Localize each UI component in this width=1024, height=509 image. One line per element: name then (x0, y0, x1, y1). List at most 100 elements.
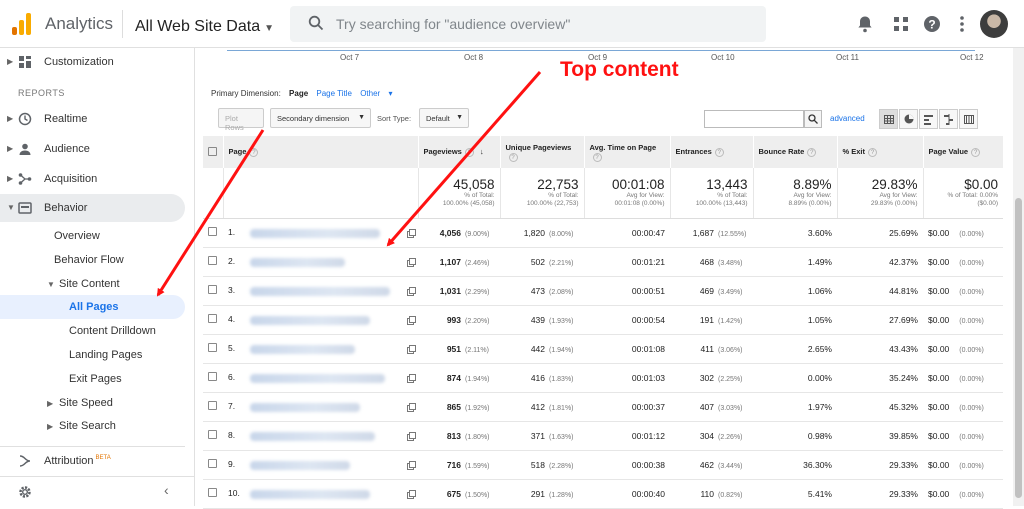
sidebar-item-site-speed[interactable]: ▶ Site Speed (0, 391, 185, 415)
sort-type-dropdown[interactable]: Default ▼ (419, 108, 469, 128)
page-url-link[interactable] (250, 402, 360, 412)
analytics-logo-icon[interactable] (12, 13, 32, 35)
page-url-link[interactable] (250, 460, 350, 470)
select-all-checkbox[interactable] (208, 146, 217, 156)
row-checkbox[interactable] (208, 372, 217, 381)
avatar[interactable] (980, 10, 1008, 38)
page-url-link[interactable] (250, 489, 370, 499)
search-input[interactable] (336, 6, 756, 42)
sidebar-item-audience[interactable]: ▶ Audience (0, 135, 185, 163)
more-vert-icon[interactable] (952, 14, 972, 34)
help-icon[interactable]: ? (807, 148, 817, 157)
table-row[interactable]: 2. 1,107 (2.46%) 502 (2.21%) 00:01:21 468 (3.48… (203, 247, 1003, 277)
open-in-new-icon[interactable] (407, 431, 416, 441)
row-checkbox[interactable] (208, 227, 217, 236)
page-url-link[interactable] (250, 257, 345, 267)
sidebar-item-all-pages[interactable]: All Pages (0, 295, 185, 319)
sidebar-item-realtime[interactable]: ▶ Realtime (0, 105, 185, 133)
column-header-avg-time[interactable]: Avg. Time on Page? (584, 136, 671, 168)
table-row[interactable]: 9. 716 (1.59%) 518 (2.28%) 00:00:38 462 (3.44%)… (203, 450, 1003, 480)
column-header-page[interactable]: Page? (223, 136, 419, 168)
row-checkbox[interactable] (208, 256, 217, 265)
help-icon[interactable]: ? (971, 148, 981, 157)
account-selector[interactable]: All Web Site Data ▼ (135, 18, 274, 36)
sidebar-item-content-drilldown[interactable]: Content Drilldown (0, 319, 185, 343)
help-icon[interactable]: ? (922, 14, 942, 34)
table-row[interactable]: 8. 813 (1.80%) 371 (1.63%) 00:01:12 304 (2.26%)… (203, 421, 1003, 451)
open-in-new-icon[interactable] (407, 315, 416, 325)
sidebar-item-site-search[interactable]: ▶ Site Search (0, 414, 185, 438)
performance-view-icon[interactable] (919, 109, 938, 129)
page-url-link[interactable] (250, 228, 380, 238)
sidebar-item-overview[interactable]: Overview (0, 224, 185, 248)
dimension-page[interactable]: Page (289, 89, 308, 98)
pivot-view-icon[interactable] (959, 109, 978, 129)
sidebar-item-behavior[interactable]: ▼ Behavior (0, 194, 185, 222)
table-view-icon[interactable] (879, 109, 898, 129)
table-row[interactable]: 1. 4,056 (9.00%) 1,820 (8.00%) 00:00:47 1,687 (… (203, 218, 1003, 248)
column-header-pageviews[interactable]: Pageviews? ↓ (418, 136, 501, 168)
sidebar-item-exit-pages[interactable]: Exit Pages (0, 367, 185, 391)
row-checkbox[interactable] (208, 430, 217, 439)
column-header-bounce-rate[interactable]: Bounce Rate? (753, 136, 838, 168)
open-in-new-icon[interactable] (407, 228, 416, 238)
dimension-other[interactable]: Other ▾ (360, 89, 398, 98)
bounce-rate-cell: 1.05% (753, 305, 837, 335)
column-header-page-value[interactable]: Page Value? (923, 136, 1004, 168)
plot-rows-button[interactable]: Plot Rows (218, 108, 264, 132)
sidebar-item-site-content[interactable]: ▼ Site Content (0, 272, 185, 296)
open-in-new-icon[interactable] (407, 344, 416, 354)
help-icon[interactable]: ? (868, 148, 878, 157)
row-checkbox[interactable] (208, 343, 217, 352)
page-url-link[interactable] (250, 344, 355, 354)
page-url-link[interactable] (250, 315, 370, 325)
table-row[interactable]: 4. 993 (2.20%) 439 (1.93%) 00:00:54 191 (1.42%)… (203, 305, 1003, 335)
advanced-filter-link[interactable]: advanced (830, 114, 865, 123)
column-header-entrances[interactable]: Entrances? (670, 136, 754, 168)
notifications-bell-icon[interactable] (855, 14, 875, 34)
comparison-view-icon[interactable] (939, 109, 958, 129)
page-url-link[interactable] (250, 286, 390, 296)
table-row[interactable]: 5. 951 (2.11%) 442 (1.94%) 00:01:08 411 (3.06%)… (203, 334, 1003, 364)
scrollbar-thumb[interactable] (1015, 198, 1022, 498)
sidebar-item-landing-pages[interactable]: Landing Pages (0, 343, 185, 367)
table-row[interactable]: 6. 874 (1.94%) 416 (1.83%) 00:01:03 302 (2.25%)… (203, 363, 1003, 393)
open-in-new-icon[interactable] (407, 402, 416, 412)
open-in-new-icon[interactable] (407, 257, 416, 267)
sidebar-item-attribution[interactable]: Attribution BETA (0, 446, 185, 474)
help-icon[interactable]: ? (714, 148, 724, 157)
table-row[interactable]: 10. 675 (1.50%) 291 (1.28%) 00:00:40 110 (0.82%… (203, 479, 1003, 509)
secondary-dimension-dropdown[interactable]: Secondary dimension ▼ (270, 108, 371, 128)
vertical-scrollbar[interactable] (1013, 48, 1024, 506)
dimension-page-title[interactable]: Page Title (316, 89, 352, 98)
column-header-exit[interactable]: % Exit? (837, 136, 924, 168)
open-in-new-icon[interactable] (407, 489, 416, 499)
sidebar-item-acquisition[interactable]: ▶ Acquisition (0, 165, 185, 193)
gear-icon[interactable] (18, 485, 32, 499)
page-url-link[interactable] (250, 373, 385, 383)
table-filter-input[interactable] (704, 110, 804, 128)
table-filter-button[interactable] (804, 110, 822, 128)
row-checkbox[interactable] (208, 314, 217, 323)
sidebar-item-behavior-flow[interactable]: Behavior Flow (0, 248, 185, 272)
table-row[interactable]: 3. 1,031 (2.29%) 473 (2.08%) 00:00:51 469 (3.49… (203, 276, 1003, 306)
open-in-new-icon[interactable] (407, 286, 416, 296)
search-box[interactable] (290, 6, 766, 42)
help-icon[interactable]: ? (464, 148, 474, 157)
row-checkbox[interactable] (208, 401, 217, 410)
collapse-sidebar-icon[interactable]: ‹ (164, 482, 169, 498)
row-checkbox[interactable] (208, 488, 217, 497)
table-row[interactable]: 7. 865 (1.92%) 412 (1.81%) 00:00:37 407 (3.03%)… (203, 392, 1003, 422)
help-icon[interactable]: ? (508, 152, 518, 162)
column-header-unique-pageviews[interactable]: Unique Pageviews? (500, 136, 585, 168)
help-icon[interactable]: ? (592, 152, 602, 162)
apps-grid-icon[interactable] (891, 14, 911, 34)
open-in-new-icon[interactable] (407, 373, 416, 383)
sidebar-item-customization[interactable]: ▶ Customization (0, 48, 185, 76)
help-icon[interactable]: ? (249, 148, 259, 157)
row-checkbox[interactable] (208, 285, 217, 294)
pie-view-icon[interactable] (899, 109, 918, 129)
open-in-new-icon[interactable] (407, 460, 416, 470)
row-checkbox[interactable] (208, 459, 217, 468)
page-url-link[interactable] (250, 431, 375, 441)
